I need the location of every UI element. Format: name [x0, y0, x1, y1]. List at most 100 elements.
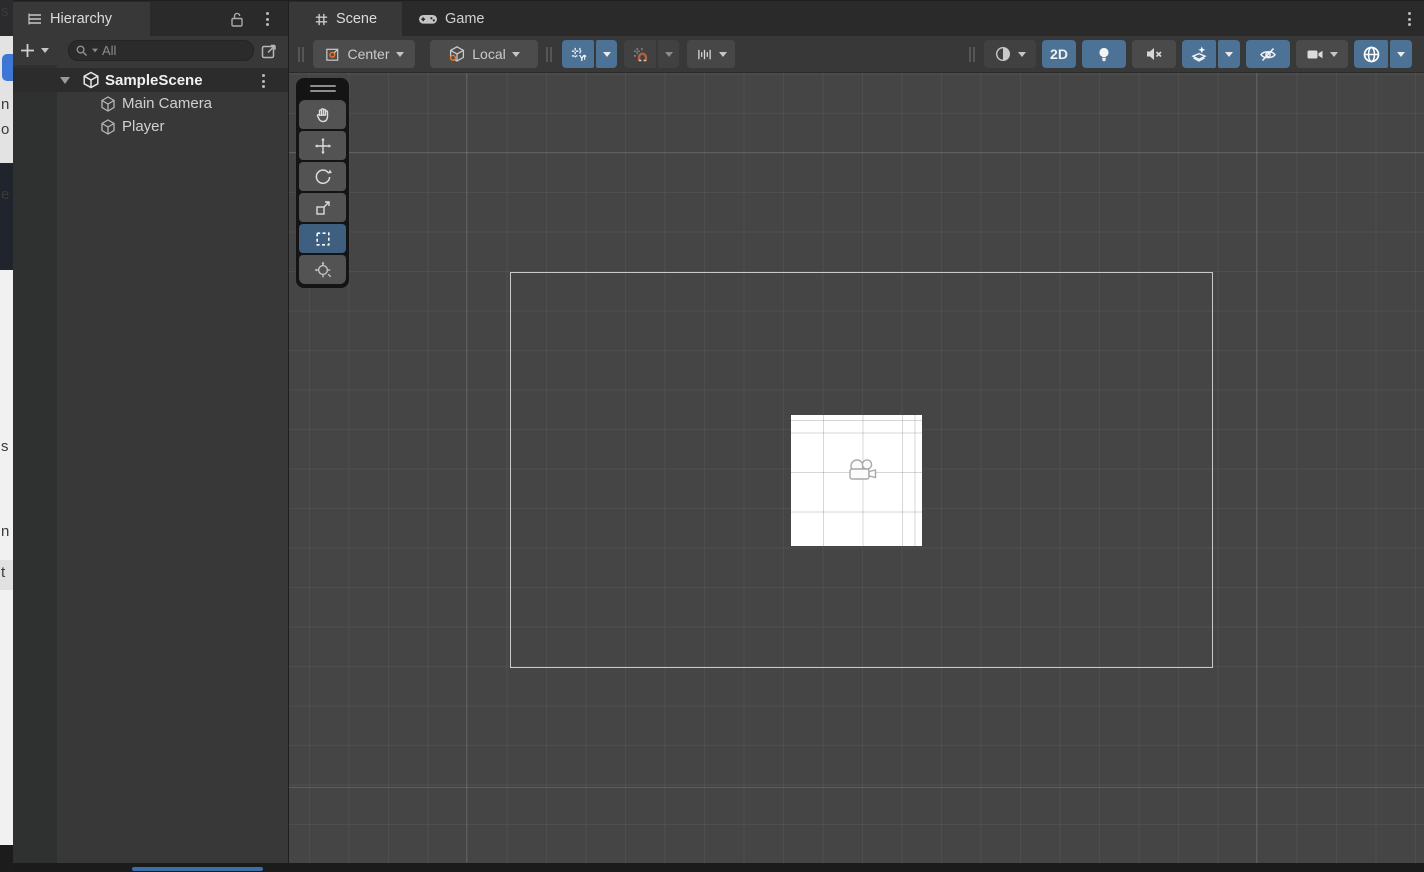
- rotation-mode-dropdown[interactable]: Local: [430, 40, 538, 68]
- 2d-mode-label: 2D: [1050, 46, 1068, 62]
- unit-snap-dropdown[interactable]: [687, 40, 735, 68]
- unity-editor-window: s n o e s n t Hierarchy All SampleScene …: [0, 0, 1424, 872]
- chevron-down-icon: [664, 51, 673, 57]
- sliver-text-fragment: s: [1, 438, 9, 455]
- shading-mode-dropdown[interactable]: [984, 40, 1036, 68]
- video-camera-icon: [1307, 50, 1323, 58]
- scale-tool-button[interactable]: [299, 193, 346, 222]
- sliver-text-fragment: o: [1, 121, 10, 138]
- create-object-button[interactable]: [19, 42, 49, 59]
- hand-icon: [316, 107, 328, 122]
- shading-sphere-icon: [995, 46, 1011, 62]
- grid-major-line: [1256, 73, 1257, 863]
- pivot-center-icon: [326, 48, 339, 61]
- chevron-down-icon: [1018, 51, 1026, 57]
- eye-slash-icon: [1260, 47, 1276, 61]
- hierarchy-row-main-camera[interactable]: Main Camera: [13, 92, 288, 115]
- tab-game-label: Game: [445, 11, 485, 27]
- lightbulb-icon: [1099, 47, 1109, 61]
- foldout-expanded-icon[interactable]: [60, 76, 70, 84]
- local-cube-icon: [450, 46, 465, 62]
- scene-menu-kebab-icon[interactable]: [256, 72, 270, 90]
- sliver-text-fragment: n: [1, 96, 10, 113]
- tab-game[interactable]: Game: [402, 2, 510, 36]
- svg-text:Y: Y: [578, 53, 584, 63]
- transform-tool-button[interactable]: [299, 255, 346, 284]
- tab-scene-label: Scene: [335, 11, 378, 27]
- gamepad-icon: [419, 15, 437, 24]
- scene-lighting-toggle[interactable]: [1082, 40, 1126, 68]
- search-icon: [76, 45, 87, 56]
- rotate-arrows-icon: [315, 168, 332, 184]
- chevron-down-icon: [718, 51, 727, 57]
- move-arrows-icon: [314, 137, 331, 154]
- grid-major-line: [466, 73, 467, 863]
- rect-tool-button[interactable]: [299, 224, 346, 253]
- unity-cube-icon: [83, 71, 99, 89]
- hierarchy-left-gutter: [13, 65, 57, 863]
- unlock-icon[interactable]: [228, 10, 246, 28]
- rotation-mode-label: Local: [472, 46, 506, 62]
- hidden-objects-toggle[interactable]: [1246, 40, 1290, 68]
- view-hand-tool-button[interactable]: [299, 100, 346, 129]
- pick-window-icon[interactable]: [259, 41, 279, 61]
- toolbar-separator: [298, 46, 305, 62]
- sliver-text-fragment: n: [1, 523, 10, 540]
- scene-tools-overlay: [296, 78, 349, 288]
- hierarchy-row-player[interactable]: Player: [13, 115, 288, 138]
- snap-increment-options-dropdown[interactable]: [658, 40, 679, 68]
- sliver-segment: [0, 590, 13, 845]
- scene-panel: Scene Game Center Local Y 2D: [289, 0, 1424, 863]
- tab-hierarchy-label: Hierarchy: [50, 11, 113, 27]
- chevron-down-icon: [511, 51, 520, 57]
- grid-hash-icon: [315, 13, 328, 25]
- grid-snap-toggle[interactable]: Y: [562, 40, 594, 68]
- chevron-down-icon: [1225, 51, 1233, 57]
- gameobject-label: Player: [122, 118, 165, 135]
- scene-fx-options-dropdown[interactable]: [1218, 40, 1240, 68]
- hierarchy-tree: SampleScene Main Camera Player: [13, 65, 288, 863]
- ruler-icon: [697, 49, 711, 59]
- toolbar-right-group: 2D: [969, 36, 1412, 72]
- list-icon: [28, 13, 41, 25]
- tab-scene[interactable]: Scene: [289, 2, 402, 36]
- white-square-sprite[interactable]: [791, 415, 922, 546]
- background-window-sliver: s n o e s n t: [0, 0, 13, 872]
- scale-icon: [315, 200, 330, 215]
- hierarchy-toolbar: [13, 36, 288, 65]
- chevron-down-icon: [1397, 51, 1405, 57]
- rect-tool-icon: [315, 231, 330, 246]
- tab-hierarchy[interactable]: Hierarchy: [13, 2, 150, 36]
- gameobject-cube-icon: [101, 95, 115, 112]
- toolbar-left-group: Center Local Y: [298, 36, 735, 72]
- camera-settings-dropdown[interactable]: [1296, 40, 1348, 68]
- move-tool-button[interactable]: [299, 131, 346, 160]
- search-input[interactable]: [102, 43, 247, 58]
- pivot-mode-label: Center: [347, 46, 390, 62]
- audio-mute-toggle[interactable]: [1132, 40, 1176, 68]
- pivot-mode-dropdown[interactable]: Center: [313, 40, 415, 68]
- sliver-blue-button-fragment: [2, 54, 13, 81]
- snap-increment-toggle[interactable]: [624, 40, 656, 68]
- scene-tabstrip: Scene Game: [289, 0, 1424, 36]
- gameobject-label: Main Camera: [122, 95, 213, 112]
- overlay-drag-handle-icon[interactable]: [309, 85, 336, 87]
- hierarchy-row-scene[interactable]: SampleScene: [13, 68, 288, 92]
- grid-snap-options-dropdown[interactable]: [596, 40, 617, 68]
- toolbar-separator: [546, 46, 553, 62]
- rotate-tool-button[interactable]: [299, 162, 346, 191]
- 2d-mode-toggle[interactable]: 2D: [1042, 40, 1076, 68]
- hierarchy-menu-kebab-icon[interactable]: [260, 10, 274, 28]
- scene-viewport[interactable]: [289, 73, 1424, 863]
- gameobject-cube-icon: [101, 118, 115, 135]
- gizmos-toggle[interactable]: [1354, 40, 1388, 68]
- horizontal-scrollbar-thumb[interactable]: [132, 867, 263, 871]
- scene-fx-toggle[interactable]: [1182, 40, 1216, 68]
- bottom-strip: [13, 863, 1424, 872]
- hierarchy-search-field[interactable]: [68, 40, 254, 61]
- scene-panel-menu-kebab-icon[interactable]: [1402, 10, 1416, 28]
- gizmos-options-dropdown[interactable]: [1390, 40, 1412, 68]
- plus-icon: [21, 44, 34, 57]
- effects-star-icon: [1191, 46, 1207, 62]
- toolbar-separator: [969, 46, 976, 62]
